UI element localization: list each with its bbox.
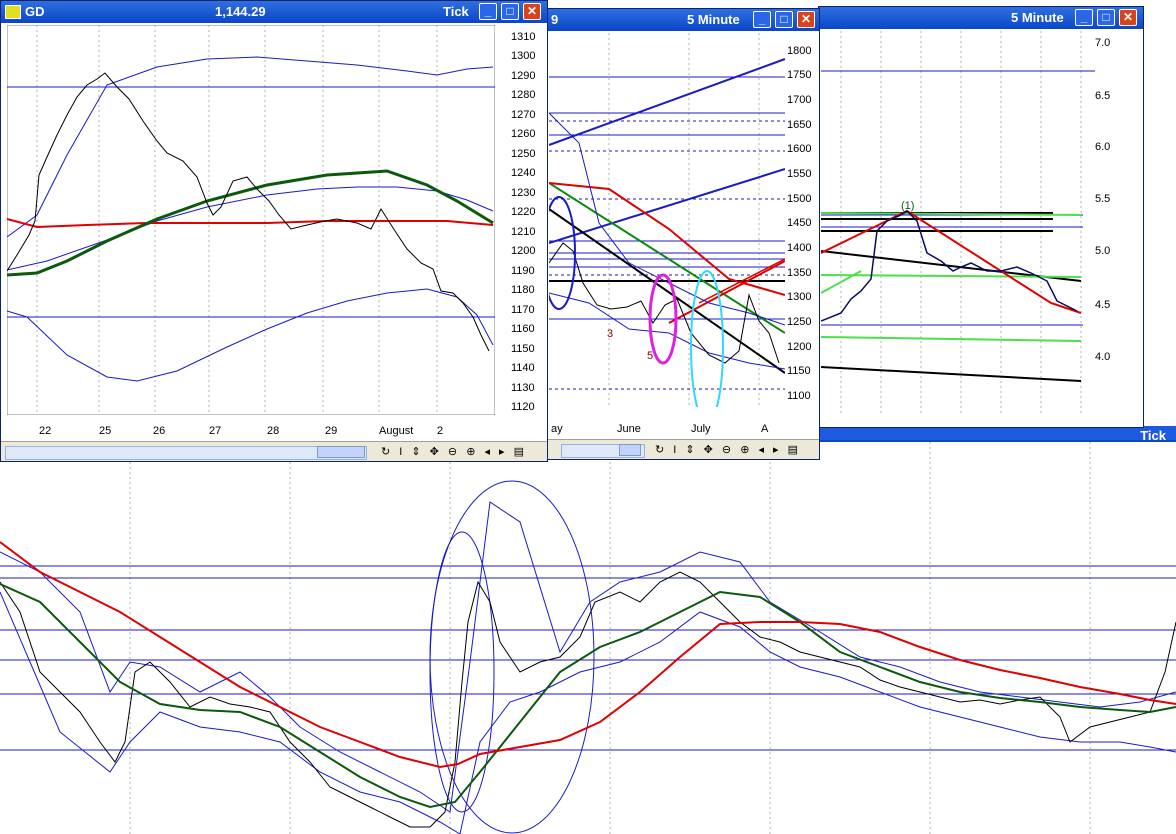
middle-scroll-thumb[interactable] xyxy=(619,444,641,456)
right-chart[interactable]: (1) xyxy=(821,31,1095,415)
right-window-titlebar[interactable]: 5 Minute _ □ ✕ xyxy=(819,7,1143,29)
bottom-price xyxy=(0,571,1176,828)
middle-window-titlebar[interactable]: 9 5 Minute _ □ ✕ xyxy=(531,9,819,31)
bottom-upper-band xyxy=(0,501,1176,813)
minimize-button[interactable]: _ xyxy=(479,3,497,20)
gd-chart-window: GD 1,144.29 Tick _ □ ✕ 1310 1300 1290 12… xyxy=(0,0,548,462)
right-wave-label: (1) xyxy=(901,200,914,212)
middle-x-axis: ay June July A xyxy=(551,423,769,435)
gd-chart-icon xyxy=(5,5,21,19)
right-window-interval: 5 Minute xyxy=(1011,10,1064,25)
middle-window-interval: 5 Minute xyxy=(687,12,740,27)
gd-window-titlebar[interactable]: GD 1,144.29 Tick _ □ ✕ xyxy=(1,1,547,23)
minimize-button[interactable]: _ xyxy=(1075,9,1093,26)
bottom-chart-window: Tick xyxy=(0,428,1176,834)
middle-toolbar: ↻ I ⇕ ✥ ⊖ ⊕ ◂ ▸ ▤ xyxy=(531,439,819,459)
middle-wave-label-5: 5 xyxy=(647,350,653,362)
minimize-button[interactable]: _ xyxy=(753,11,771,28)
close-button[interactable]: ✕ xyxy=(1119,9,1137,26)
middle-chart-window: 9 5 Minute _ □ ✕ 3 5 1800 1750 1700 1650… xyxy=(530,8,820,460)
gd-scrollbar[interactable] xyxy=(5,446,367,460)
close-button[interactable]: ✕ xyxy=(797,11,815,28)
right-chart-window: 5 Minute _ □ ✕ (1) 7.0 6.5 6.0 5.5 5.0 4… xyxy=(818,6,1144,428)
gd-x-axis: 22 25 26 27 28 29 August 2 xyxy=(39,425,444,437)
bottom-lower-band xyxy=(0,591,1176,834)
gd-chart[interactable] xyxy=(7,25,495,415)
close-button[interactable]: ✕ xyxy=(523,3,541,20)
bottom-vgrid xyxy=(129,442,1091,834)
right-y-axis: 7.0 6.5 6.0 5.5 5.0 4.5 4.0 xyxy=(1095,37,1111,363)
middle-chart[interactable]: 3 5 xyxy=(549,33,785,407)
gd-toolbar: ↻ I ⇕ ✥ ⊖ ⊕ ◂ ▸ ▤ xyxy=(1,441,547,461)
gd-price: 1,144.29 xyxy=(215,4,266,19)
maximize-button[interactable]: □ xyxy=(775,11,793,28)
gd-symbol: GD xyxy=(25,4,45,19)
middle-wave-label-3: 3 xyxy=(607,328,613,340)
gd-chart-tools[interactable]: ↻ I ⇕ ✥ ⊖ ⊕ ◂ ▸ ▤ xyxy=(381,445,527,458)
gd-scroll-thumb[interactable] xyxy=(317,446,365,458)
maximize-button[interactable]: □ xyxy=(501,3,519,20)
gd-y-axis: 1310 1300 1290 1280 1270 1260 1250 1240 … xyxy=(511,31,536,413)
maximize-button[interactable]: □ xyxy=(1097,9,1115,26)
middle-chart-tools[interactable]: ↻ I ⇕ ✥ ⊖ ⊕ ◂ ▸ ▤ xyxy=(655,443,801,456)
middle-y-axis: 1800 1750 1700 1650 1600 1550 1500 1450 … xyxy=(787,45,812,402)
gd-interval: Tick xyxy=(443,4,469,19)
bottom-window-interval: Tick xyxy=(1140,428,1166,443)
middle-window-suffix: 9 xyxy=(551,12,559,27)
bottom-chart[interactable] xyxy=(0,442,1176,834)
